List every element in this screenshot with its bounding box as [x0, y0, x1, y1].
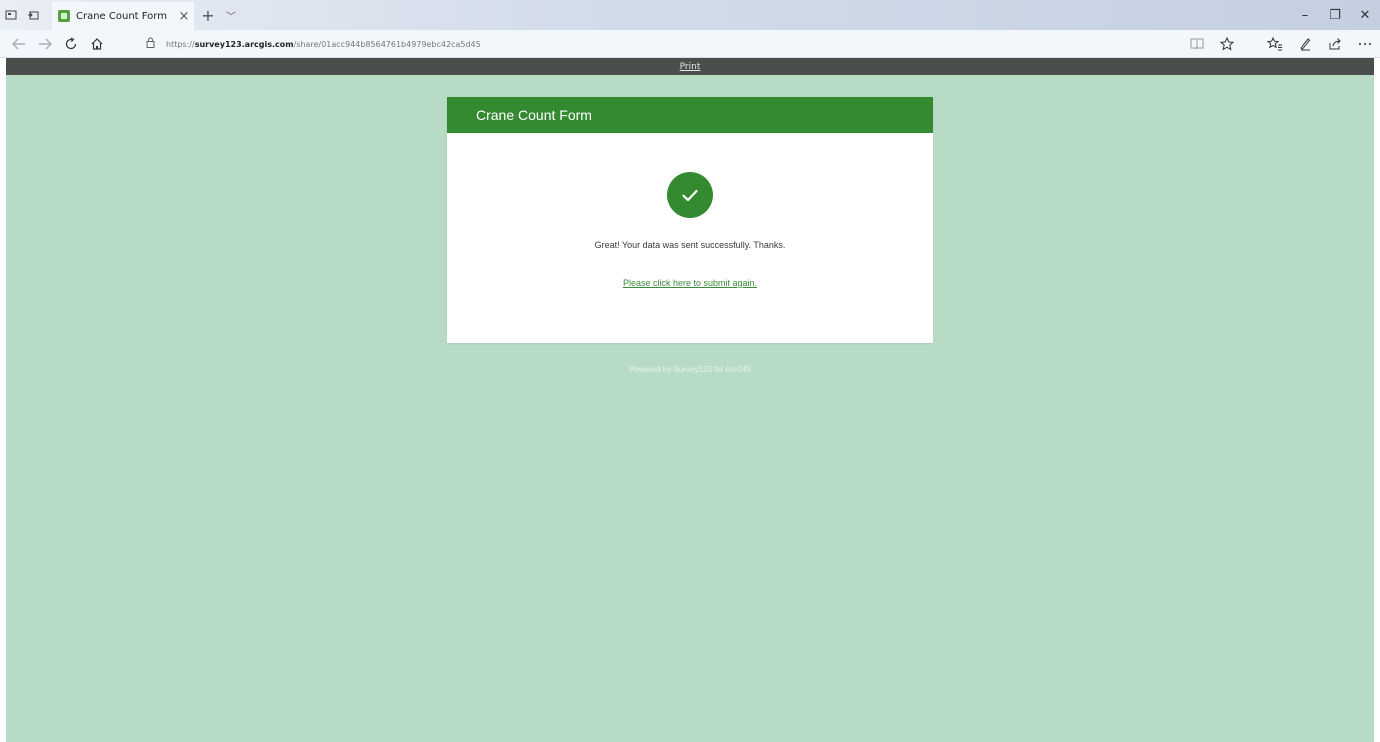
more-icon[interactable]: [1350, 30, 1380, 58]
survey-favicon-icon: [58, 10, 70, 22]
print-link[interactable]: Print: [680, 62, 701, 72]
tab-preview-icon[interactable]: [0, 0, 22, 30]
submit-again-link[interactable]: Please click here to submit again.: [447, 278, 933, 288]
close-window-button[interactable]: ✕: [1350, 0, 1380, 30]
browser-titlebar: Crane Count Form × + ﹀ – ❐ ✕: [0, 0, 1380, 30]
tab-list-chevron-icon[interactable]: ﹀: [222, 0, 240, 30]
tab-crane-count-form[interactable]: Crane Count Form ×: [52, 2, 194, 30]
window-right-edge: [1374, 75, 1380, 742]
powered-by-text: Powered by Survey123 for ArcGIS: [629, 365, 751, 374]
url-domain: survey123.arcgis.com: [194, 39, 294, 49]
minimize-button[interactable]: –: [1290, 0, 1320, 30]
page-body: Crane Count Form Great! Your data was se…: [6, 75, 1374, 742]
url-path: /share/01acc944b8564761b4979ebc42ca5d45: [293, 39, 481, 49]
favorites-list-icon[interactable]: [1260, 30, 1290, 58]
new-tab-button[interactable]: +: [198, 0, 218, 30]
home-icon[interactable]: [84, 30, 110, 58]
toolbar-divider: [1242, 30, 1260, 58]
tab-title: Crane Count Form: [76, 10, 167, 22]
pen-icon[interactable]: [1290, 30, 1320, 58]
share-icon[interactable]: [1320, 30, 1350, 58]
success-check-icon: [667, 172, 713, 218]
form-title: Crane Count Form: [447, 97, 933, 133]
close-tab-icon[interactable]: ×: [174, 9, 194, 24]
refresh-icon[interactable]: [58, 30, 84, 58]
url-prefix: https://: [166, 39, 195, 49]
lock-icon: [146, 37, 160, 51]
window-controls: – ❐ ✕: [1290, 0, 1380, 30]
print-bar: Print: [6, 58, 1374, 75]
toolbar-right: [1182, 30, 1380, 58]
star-icon[interactable]: [1212, 30, 1242, 58]
back-arrow-icon[interactable]: [6, 30, 32, 58]
address-bar[interactable]: https:// survey123.arcgis.com /share/01a…: [146, 34, 1176, 54]
set-aside-tabs-icon[interactable]: [22, 0, 44, 30]
forward-arrow-icon[interactable]: [32, 30, 58, 58]
form-card: Crane Count Form Great! Your data was se…: [447, 97, 933, 343]
browser-navbar: https:// survey123.arcgis.com /share/01a…: [0, 30, 1380, 58]
reading-view-icon[interactable]: [1182, 30, 1212, 58]
restore-button[interactable]: ❐: [1320, 0, 1350, 30]
success-message: Great! Your data was sent successfully. …: [594, 240, 786, 250]
